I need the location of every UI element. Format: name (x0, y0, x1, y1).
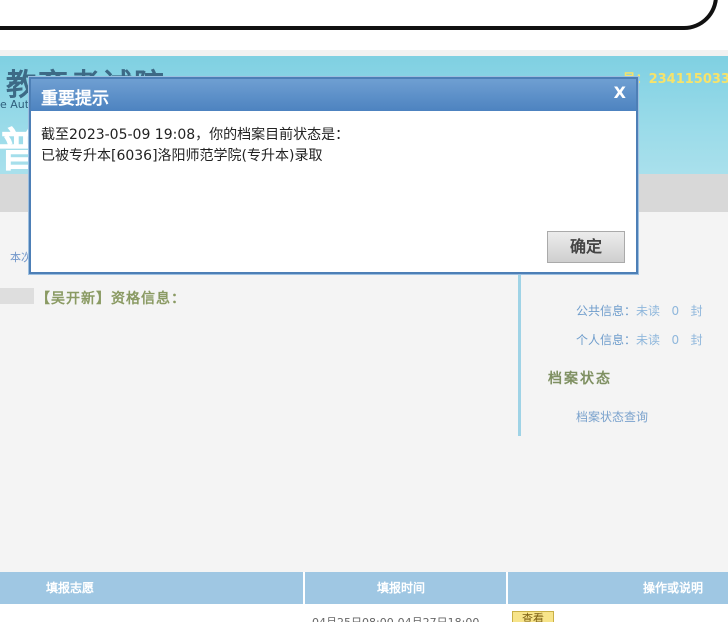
personal-info-row[interactable]: 个人信息：未读 0 封 (576, 331, 703, 348)
dialog-message-line-1: 截至2023-05-09 19:08，你的档案目前状态是： (41, 127, 350, 143)
public-info-label: 公共信息： (576, 304, 637, 318)
row-fill-time: 04月25日08:00-04月27日18:00 (312, 614, 479, 622)
personal-info-unit: 封 (690, 333, 703, 347)
top-curve-border (0, 0, 718, 30)
personal-info-label: 个人信息： (576, 333, 637, 347)
column-divider (303, 572, 305, 604)
top-frame (0, 0, 728, 50)
table-row: 04月25日08:00-04月27日18:00 查看 (0, 604, 728, 622)
close-icon[interactable]: X (614, 83, 626, 102)
personal-info-count: 0 (671, 333, 680, 347)
archive-status-heading: 档案状态 (548, 371, 612, 387)
important-notice-dialog: 重要提示 X 截至2023-05-09 19:08，你的档案目前状态是： 已被专… (29, 77, 638, 274)
table-header: 填报志愿 填报时间 操作或说明 (0, 572, 728, 604)
qualification-bar (0, 288, 34, 304)
dialog-titlebar: 重要提示 X (31, 79, 636, 111)
public-info-unit: 封 (690, 304, 703, 318)
qualification-title: 【吴开新】资格信息： (36, 291, 186, 307)
ok-button[interactable]: 确定 (547, 231, 625, 263)
side-divider (518, 272, 521, 436)
column-header-time: 填报时间 (377, 581, 426, 595)
public-info-count: 0 (671, 304, 680, 318)
column-header-volunteer: 填报志愿 (46, 581, 95, 595)
side-panel: 公共信息：未读 0 封 个人信息：未读 0 封 档案状态 档案状态查询 (518, 272, 728, 436)
column-header-action: 操作或说明 (643, 581, 704, 595)
dialog-message-line-2: 已被专升本[6036]洛阳师范学院(专升本)录取 (41, 148, 323, 164)
personal-info-status: 未读 (636, 333, 661, 347)
archive-status-query-link[interactable]: 档案状态查询 (576, 408, 648, 425)
dialog-title: 重要提示 (41, 89, 109, 109)
view-button[interactable]: 查看 (512, 611, 554, 622)
public-info-row[interactable]: 公共信息：未读 0 封 (576, 302, 703, 319)
candidate-id: 号：234115033 (622, 72, 728, 87)
dialog-message: 截至2023-05-09 19:08，你的档案目前状态是： 已被专升本[6036… (41, 125, 349, 167)
public-info-status: 未读 (636, 304, 661, 318)
column-divider (506, 572, 508, 604)
